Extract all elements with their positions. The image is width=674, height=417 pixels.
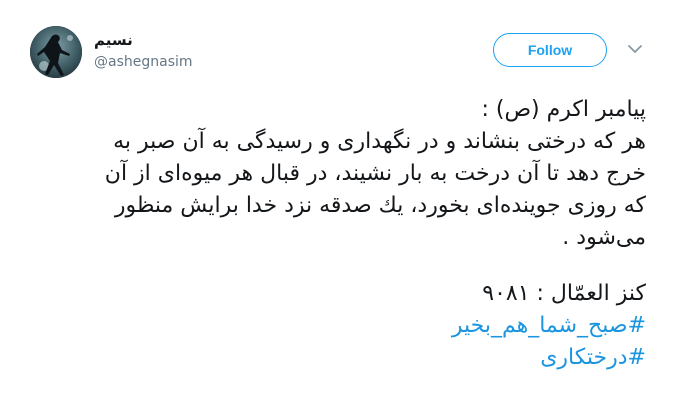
avatar-image	[30, 26, 82, 78]
tweet-line: می‌شود .	[562, 225, 646, 250]
user-names: نسیم @ashegnasim	[94, 30, 193, 72]
tweet-line: خرج دهد تا آن درخت به بار نشیند، در قبال…	[104, 161, 646, 186]
display-name[interactable]: نسیم	[94, 30, 193, 50]
tweet-line: هر که درختی بنشاند و در نگهداری و رسیدگی…	[113, 129, 646, 154]
hashtag-link[interactable]: #صبح_شما_هم_بخیر	[452, 313, 646, 338]
avatar[interactable]	[30, 26, 82, 78]
chevron-down-icon[interactable]	[626, 40, 644, 58]
hashtag-link[interactable]: #درختکاری	[540, 345, 646, 370]
tweet-header: نسیم @ashegnasim Follow	[0, 0, 674, 90]
tweet-text: پیامبر اکرم (ص) : هر که درختی بنشاند و د…	[22, 94, 646, 374]
tweet-line: پیامبر اکرم (ص) :	[481, 97, 646, 122]
tweet-source: کنز العمّال : ۹۰۸۱	[482, 281, 646, 306]
follow-button[interactable]: Follow	[493, 33, 607, 67]
tweet-line: که روزی جوینده‌ای بخورد، یك صدقه نزد خدا…	[114, 193, 646, 218]
user-handle[interactable]: @ashegnasim	[94, 52, 193, 72]
